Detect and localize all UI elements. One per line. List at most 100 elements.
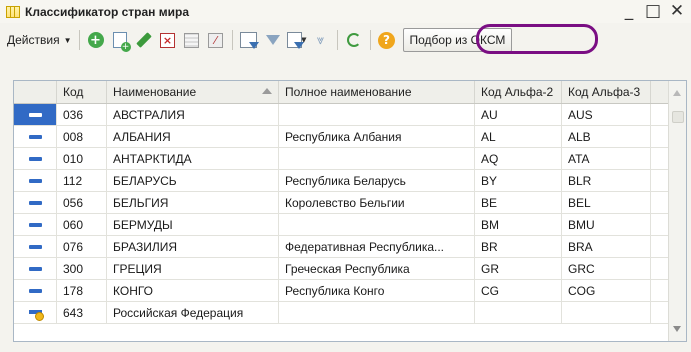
cell-code: 036 xyxy=(57,104,107,125)
item-dash-icon xyxy=(14,126,57,147)
cell-code: 300 xyxy=(57,258,107,279)
pick-from-oksm-button[interactable]: Подбор из ОКСМ xyxy=(402,28,513,52)
cell-alpha2: AU xyxy=(475,104,562,125)
cell-full-name xyxy=(279,302,475,323)
cell-full-name: Республика Конго xyxy=(279,280,475,301)
header-alpha2[interactable]: Код Альфа-2 xyxy=(475,81,562,103)
cell-code: 178 xyxy=(57,280,107,301)
table-body: 036 АВСТРАЛИЯ AU AUS 008 АЛБАНИЯ Республ… xyxy=(14,104,686,324)
minimize-button[interactable]: _ xyxy=(621,1,637,21)
table-row[interactable]: 036 АВСТРАЛИЯ AU AUS xyxy=(14,104,686,126)
cell-code: 010 xyxy=(57,148,107,169)
unmark-button[interactable]: ⁄ xyxy=(206,30,226,50)
sort-asc-icon xyxy=(262,88,272,94)
item-dash-icon xyxy=(14,214,57,235)
funnel-clear-icon: ⩔ xyxy=(316,32,325,48)
table-row[interactable]: 008 АЛБАНИЯ Республика Албания AL ALB xyxy=(14,126,686,148)
table-row[interactable]: 056 БЕЛЬГИЯ Королевство Бельгии BE BEL xyxy=(14,192,686,214)
toolbar: Действия ▼ + × ⁄ ▼ ⩔ ? Подбор из ОКСМ xyxy=(0,25,691,55)
maximize-button[interactable]: □ xyxy=(645,1,661,21)
cell-name: БЕЛАРУСЬ xyxy=(107,170,279,191)
table-row[interactable]: 076 БРАЗИЛИЯ Федеративная Республика... … xyxy=(14,236,686,258)
cell-alpha3: GRC xyxy=(562,258,651,279)
cell-alpha2: BM xyxy=(475,214,562,235)
close-button[interactable]: ✕ xyxy=(669,1,685,21)
cell-code: 008 xyxy=(57,126,107,147)
edit-button[interactable] xyxy=(134,30,154,50)
cell-name: АВСТРАЛИЯ xyxy=(107,104,279,125)
cell-name: АЛБАНИЯ xyxy=(107,126,279,147)
table-row[interactable]: 112 БЕЛАРУСЬ Республика Беларусь BY BLR xyxy=(14,170,686,192)
pencil-icon xyxy=(135,32,152,48)
add-icon: + xyxy=(87,32,104,48)
cell-alpha2: BR xyxy=(475,236,562,257)
cell-name: Российская Федерация xyxy=(107,302,279,323)
cell-alpha2: GR xyxy=(475,258,562,279)
item-dash-icon xyxy=(14,258,57,279)
cell-full-name: Греческая Республика xyxy=(279,258,475,279)
cell-name: ГРЕЦИЯ xyxy=(107,258,279,279)
cell-alpha2: BY xyxy=(475,170,562,191)
toolbar-separator xyxy=(369,30,371,50)
mark-delete-button[interactable] xyxy=(182,30,202,50)
toolbar-separator xyxy=(78,30,80,50)
filter-list-button[interactable]: ▼ xyxy=(286,30,307,50)
refresh-button[interactable] xyxy=(344,30,364,50)
cell-alpha3: BLR xyxy=(562,170,651,191)
item-dash-icon xyxy=(14,104,57,125)
item-dash-icon xyxy=(14,170,57,191)
header-alpha3[interactable]: Код Альфа-3 xyxy=(562,81,651,103)
item-dash-icon xyxy=(14,192,57,213)
header-name[interactable]: Наименование xyxy=(107,81,279,103)
clear-filter-button[interactable]: ⩔ xyxy=(311,30,331,50)
help-button[interactable]: ? xyxy=(377,30,397,50)
countries-table: Код Наименование Полное наименование Код… xyxy=(13,80,687,342)
table-row[interactable]: 060 БЕРМУДЫ BM BMU xyxy=(14,214,686,236)
cell-code: 056 xyxy=(57,192,107,213)
header-name-label: Наименование xyxy=(113,85,197,99)
cell-code: 643 xyxy=(57,302,107,323)
header-full-name[interactable]: Полное наименование xyxy=(279,81,475,103)
cell-alpha2: BE xyxy=(475,192,562,213)
unmark-icon: ⁄ xyxy=(208,32,223,48)
add-button[interactable]: + xyxy=(86,30,106,50)
cell-alpha2: CG xyxy=(475,280,562,301)
copy-button[interactable] xyxy=(110,30,131,52)
header-icon-column[interactable] xyxy=(14,81,57,103)
scroll-down-icon[interactable] xyxy=(673,326,681,332)
cell-alpha3 xyxy=(562,302,651,323)
table-row[interactable]: 643 Российская Федерация xyxy=(14,302,686,324)
cell-name: БЕРМУДЫ xyxy=(107,214,279,235)
scroll-thumb[interactable] xyxy=(672,111,684,123)
cell-alpha2: AL xyxy=(475,126,562,147)
cell-name: АНТАРКТИДА xyxy=(107,148,279,169)
filter-list-icon xyxy=(286,32,304,49)
filter-button[interactable] xyxy=(239,30,259,50)
table-row[interactable]: 010 АНТАРКТИДА AQ ATA xyxy=(14,148,686,170)
chevron-down-icon: ▼ xyxy=(63,35,72,45)
table-row[interactable]: 300 ГРЕЦИЯ Греческая Республика GR GRC xyxy=(14,258,686,280)
delete-icon: × xyxy=(160,32,175,48)
cell-alpha3: COG xyxy=(562,280,651,301)
toolbar-separator xyxy=(231,30,233,50)
cell-name: КОНГО xyxy=(107,280,279,301)
scroll-up-icon[interactable] xyxy=(673,90,681,96)
cell-full-name xyxy=(279,104,475,125)
header-code[interactable]: Код xyxy=(57,81,107,103)
window-controls: _ □ ✕ xyxy=(621,1,685,21)
cell-alpha3: ALB xyxy=(562,126,651,147)
vertical-scrollbar[interactable] xyxy=(668,81,686,341)
delete-button[interactable]: × xyxy=(158,30,178,50)
cell-alpha3: ATA xyxy=(562,148,651,169)
cell-name: БРАЗИЛИЯ xyxy=(107,236,279,257)
item-predefined-icon xyxy=(14,302,57,323)
cell-full-name xyxy=(279,148,475,169)
cell-name: БЕЛЬГИЯ xyxy=(107,192,279,213)
toolbar-separator xyxy=(336,30,338,50)
quick-filter-button[interactable] xyxy=(263,30,283,50)
cell-full-name: Республика Албания xyxy=(279,126,475,147)
actions-label: Действия xyxy=(7,33,60,47)
actions-menu[interactable]: Действия ▼ xyxy=(4,29,75,51)
filter-icon xyxy=(240,32,259,49)
table-row[interactable]: 178 КОНГО Республика Конго CG COG xyxy=(14,280,686,302)
